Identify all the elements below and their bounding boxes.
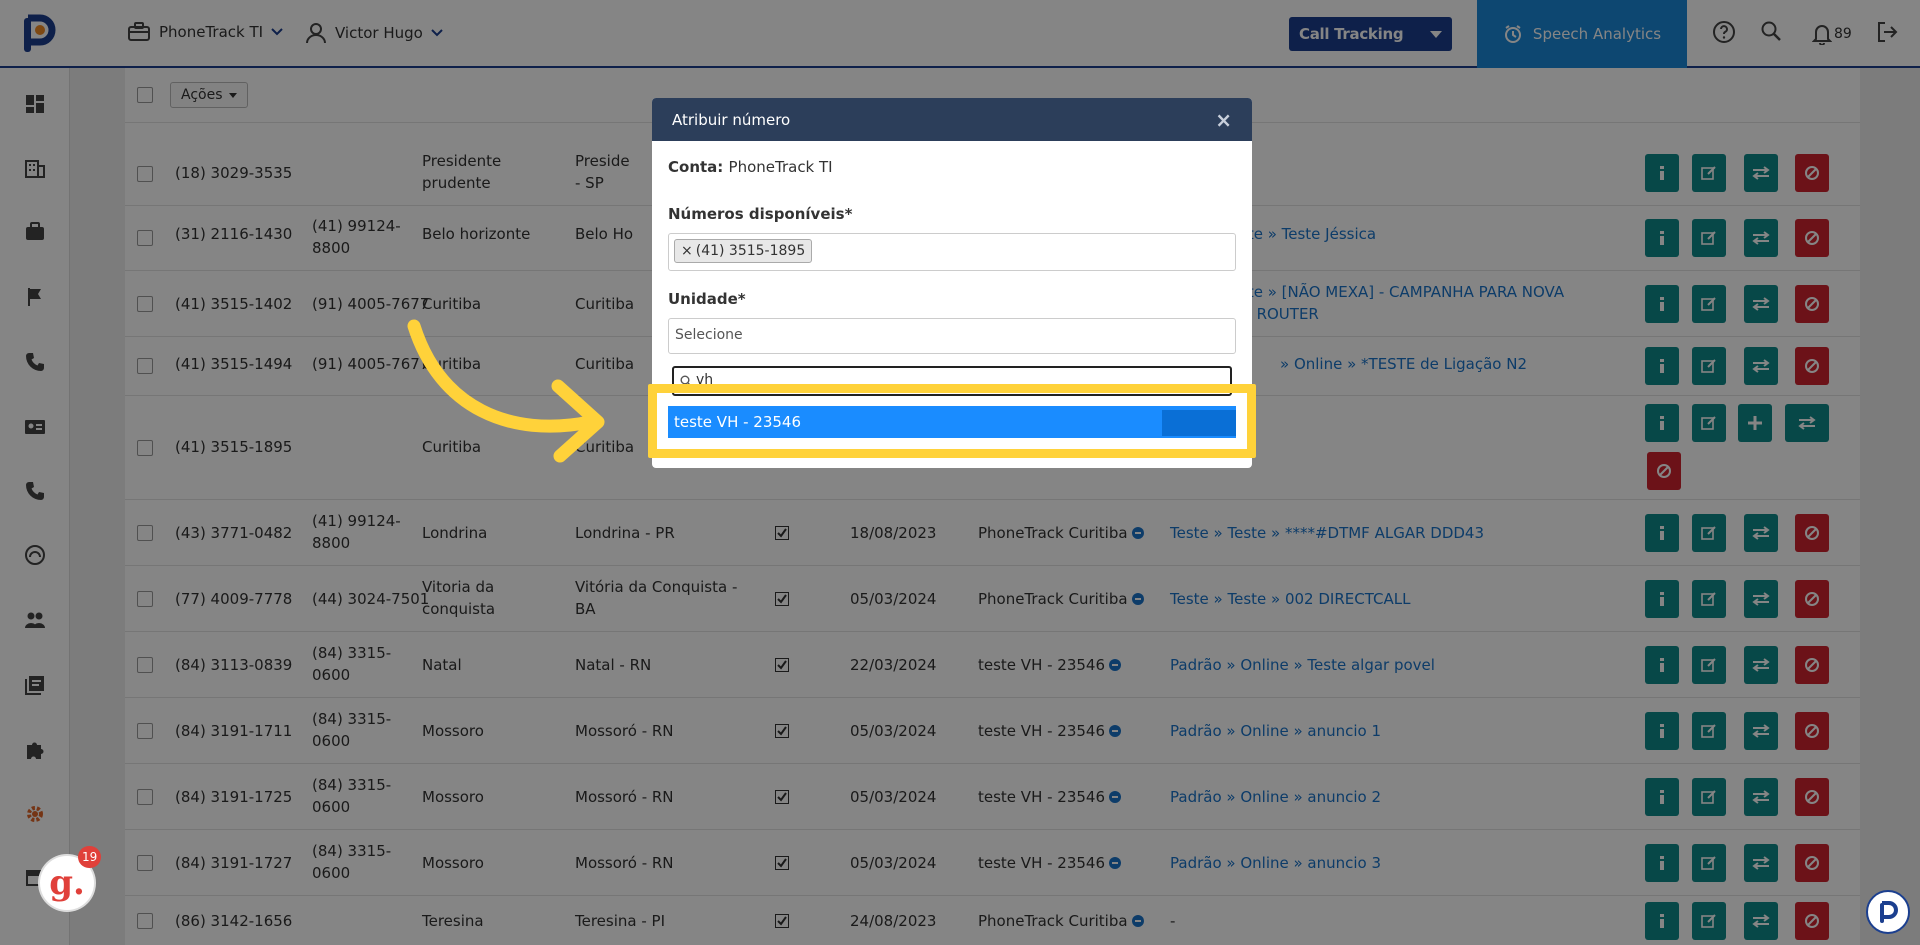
highlight-frame — [648, 384, 1256, 458]
tag-remove-icon[interactable]: × — [681, 243, 693, 259]
account-info: Conta: PhoneTrack TI — [668, 158, 833, 176]
numbers-multiselect[interactable]: × (41) 3515-1895 — [668, 233, 1236, 271]
close-icon[interactable]: × — [1215, 108, 1232, 132]
support-bubble-icon[interactable] — [1866, 890, 1910, 934]
account-value: PhoneTrack TI — [728, 158, 833, 176]
tutorial-arrow-icon — [407, 319, 605, 463]
chat-widget-count: 19 — [78, 846, 102, 868]
phonetrack-help-icon — [1880, 901, 1898, 923]
unit-select-placeholder: Selecione — [675, 327, 743, 343]
account-label: Conta: — [668, 158, 724, 176]
numbers-label: Números disponíveis* — [668, 205, 853, 223]
selected-number-tag: × (41) 3515-1895 — [674, 239, 813, 263]
modal-title: Atribuir número — [672, 110, 791, 129]
modal-header: Atribuir número × — [652, 98, 1252, 141]
unit-select[interactable]: Selecione — [668, 318, 1236, 354]
tag-label: (41) 3515-1895 — [695, 243, 806, 259]
unit-label: Unidade* — [668, 290, 746, 308]
